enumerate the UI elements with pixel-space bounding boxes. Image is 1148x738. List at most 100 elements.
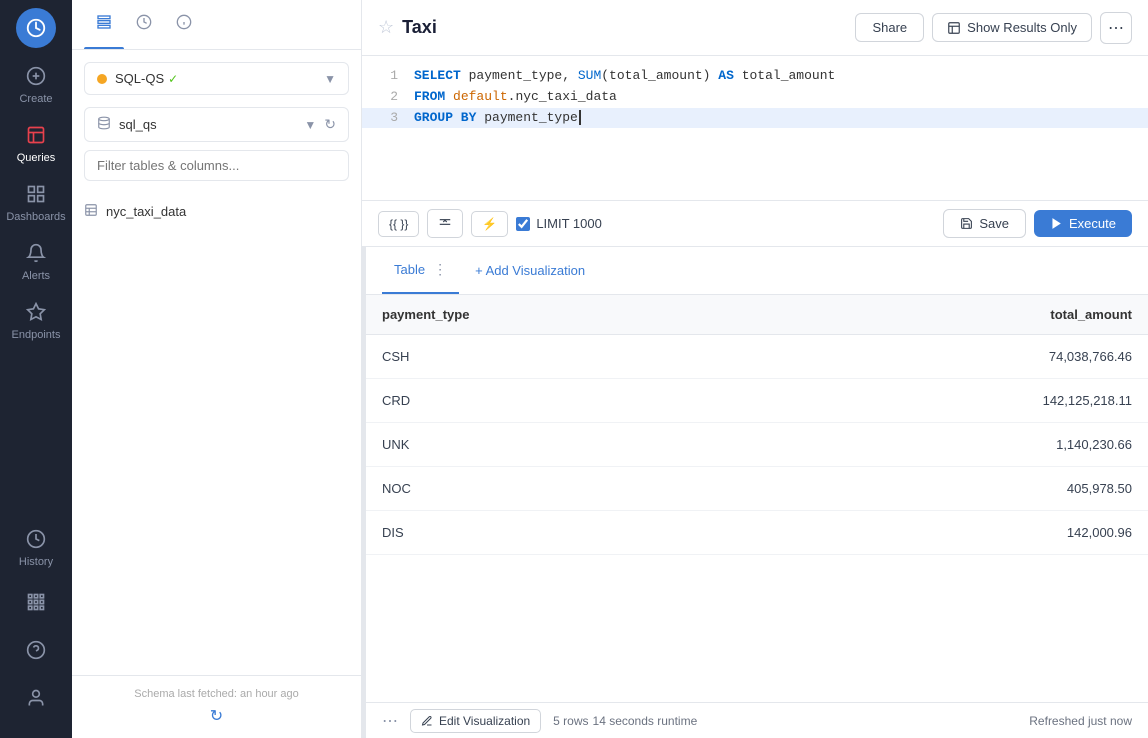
line-content-1: SELECT payment_type, SUM(total_amount) A…: [414, 66, 835, 87]
table-icon: [84, 203, 98, 220]
col-header-total-amount: total_amount: [754, 295, 1148, 335]
tab-history[interactable]: [124, 0, 164, 49]
table-row: CRD142,125,218.11: [366, 379, 1148, 423]
edit-icon: [421, 715, 433, 727]
sidebar-item-grid[interactable]: [19, 582, 53, 626]
query-editor[interactable]: 1 SELECT payment_type, SUM(total_amount)…: [362, 56, 1148, 201]
grid-icon: [26, 592, 46, 616]
sidebar-item-create-label: Create: [19, 93, 52, 105]
limit-checkbox-input[interactable]: [516, 217, 530, 231]
add-visualization-button[interactable]: + Add Visualization: [463, 257, 597, 284]
tab-table-label: Table: [394, 262, 425, 277]
status-more-icon[interactable]: ⋯: [382, 711, 398, 731]
dashboards-icon: [26, 184, 46, 208]
line-num-2: 2: [374, 87, 398, 108]
history-icon: [26, 529, 46, 553]
sidebar-item-endpoints[interactable]: Endpoints: [0, 292, 72, 351]
cell-total-amount: 142,125,218.11: [754, 379, 1148, 423]
tab-table[interactable]: Table ⋮: [382, 247, 459, 294]
sidebar-item-dashboards-label: Dashboards: [6, 211, 65, 223]
code-line-3: 3 GROUP BY payment_type: [362, 108, 1148, 129]
indent-icon: [438, 218, 452, 232]
execute-label: Execute: [1069, 216, 1116, 231]
left-panel-tabs: [72, 0, 361, 50]
cell-payment-type: CRD: [366, 379, 754, 423]
schema-footer: Schema last fetched: an hour ago ↻: [72, 675, 361, 738]
cell-total-amount: 142,000.96: [754, 511, 1148, 555]
footer-refresh-icon[interactable]: ↻: [210, 706, 223, 726]
topbar: ☆ Taxi Share Show Results Only ⋯: [362, 0, 1148, 56]
execute-icon: [1050, 217, 1063, 230]
sidebar-item-create[interactable]: Create: [0, 56, 72, 115]
schema-refresh-icon[interactable]: ↻: [324, 116, 336, 133]
code-line-1: 1 SELECT payment_type, SUM(total_amount)…: [362, 66, 1148, 87]
line-content-2: FROM default.nyc_taxi_data: [414, 87, 617, 108]
sidebar-item-user[interactable]: [19, 678, 53, 722]
line-content-3: GROUP BY payment_type: [414, 108, 589, 129]
more-options-button[interactable]: ⋯: [1100, 12, 1132, 44]
sidebar-item-history-label: History: [19, 556, 53, 568]
results-table: payment_type total_amount CSH74,038,766.…: [366, 295, 1148, 555]
cell-total-amount: 1,140,230.66: [754, 423, 1148, 467]
edit-visualization-button[interactable]: Edit Visualization: [410, 709, 541, 733]
schema-chevron-icon: ▼: [304, 118, 316, 132]
edit-viz-label: Edit Visualization: [439, 714, 530, 728]
code-line-2: 2 FROM default.nyc_taxi_data: [362, 87, 1148, 108]
table-row: DIS142,000.96: [366, 511, 1148, 555]
query-toolbar: {{ }} ⚡ LIMIT 1000 Save Execute: [362, 201, 1148, 247]
sidebar-item-dashboards[interactable]: Dashboards: [0, 174, 72, 233]
datasource-name: SQL-QS: [115, 71, 164, 86]
show-results-button[interactable]: Show Results Only: [932, 13, 1092, 42]
datasource-selector[interactable]: SQL-QS ✓ ▼: [84, 62, 349, 95]
sidebar-item-alerts-label: Alerts: [22, 270, 50, 282]
datasource-check-icon: ✓: [168, 72, 178, 86]
editor-area: 1 SELECT payment_type, SUM(total_amount)…: [362, 56, 1148, 738]
schema-db-icon: [97, 116, 111, 133]
save-label: Save: [979, 216, 1009, 231]
save-button[interactable]: Save: [943, 209, 1026, 238]
format-button[interactable]: {{ }}: [378, 211, 419, 237]
schema-selector[interactable]: sql_qs ▼ ↻: [84, 107, 349, 142]
table-list: nyc_taxi_data: [72, 189, 361, 675]
runtime-text: 14 seconds runtime: [593, 714, 698, 728]
help-icon: [26, 640, 46, 664]
share-button[interactable]: Share: [855, 13, 924, 42]
tab-info[interactable]: [164, 0, 204, 49]
app-logo[interactable]: [16, 8, 56, 48]
show-results-label: Show Results Only: [967, 20, 1077, 35]
tab-table-more-icon[interactable]: ⋮: [433, 261, 447, 278]
sidebar-item-queries[interactable]: Queries: [0, 115, 72, 174]
cell-total-amount: 405,978.50: [754, 467, 1148, 511]
datasource-status-dot: [97, 74, 107, 84]
table-item-nyc-taxi[interactable]: nyc_taxi_data: [84, 197, 349, 226]
create-icon: [26, 66, 46, 90]
queries-icon: [26, 125, 46, 149]
add-viz-label: + Add Visualization: [475, 263, 585, 278]
indent-button[interactable]: [427, 209, 463, 238]
sidebar-item-history[interactable]: History: [19, 519, 53, 578]
line-num-1: 1: [374, 66, 398, 87]
execute-button[interactable]: Execute: [1034, 210, 1132, 237]
sidebar-item-help[interactable]: [19, 630, 53, 674]
results-area: Table ⋮ + Add Visualization payment_type…: [362, 247, 1148, 738]
favorite-icon[interactable]: ☆: [378, 17, 394, 38]
line-num-3: 3: [374, 108, 398, 129]
table-row: NOC405,978.50: [366, 467, 1148, 511]
code-lines: 1 SELECT payment_type, SUM(total_amount)…: [362, 56, 1148, 138]
results-tabs: Table ⋮ + Add Visualization: [366, 247, 1148, 295]
filter-input[interactable]: [84, 150, 349, 181]
endpoints-icon: [26, 302, 46, 326]
lightning-button[interactable]: ⚡: [471, 211, 508, 237]
cell-payment-type: NOC: [366, 467, 754, 511]
results-panel: Table ⋮ + Add Visualization payment_type…: [366, 247, 1148, 738]
limit-checkbox[interactable]: LIMIT 1000: [516, 216, 602, 231]
tab-schema[interactable]: [84, 0, 124, 49]
sidebar-item-endpoints-label: Endpoints: [12, 329, 61, 341]
status-bar: ⋯ Edit Visualization 5 rows 14 seconds r…: [366, 702, 1148, 738]
left-panel: SQL-QS ✓ ▼ sql_qs ▼ ↻ nyc_taxi_data Sche…: [72, 0, 362, 738]
sidebar-item-alerts[interactable]: Alerts: [0, 233, 72, 292]
user-icon: [26, 688, 46, 712]
main-content: ☆ Taxi Share Show Results Only ⋯ 1 SELEC…: [362, 0, 1148, 738]
schema-name: sql_qs: [119, 117, 157, 132]
schema-fetched-text: Schema last fetched: an hour ago: [134, 688, 299, 700]
